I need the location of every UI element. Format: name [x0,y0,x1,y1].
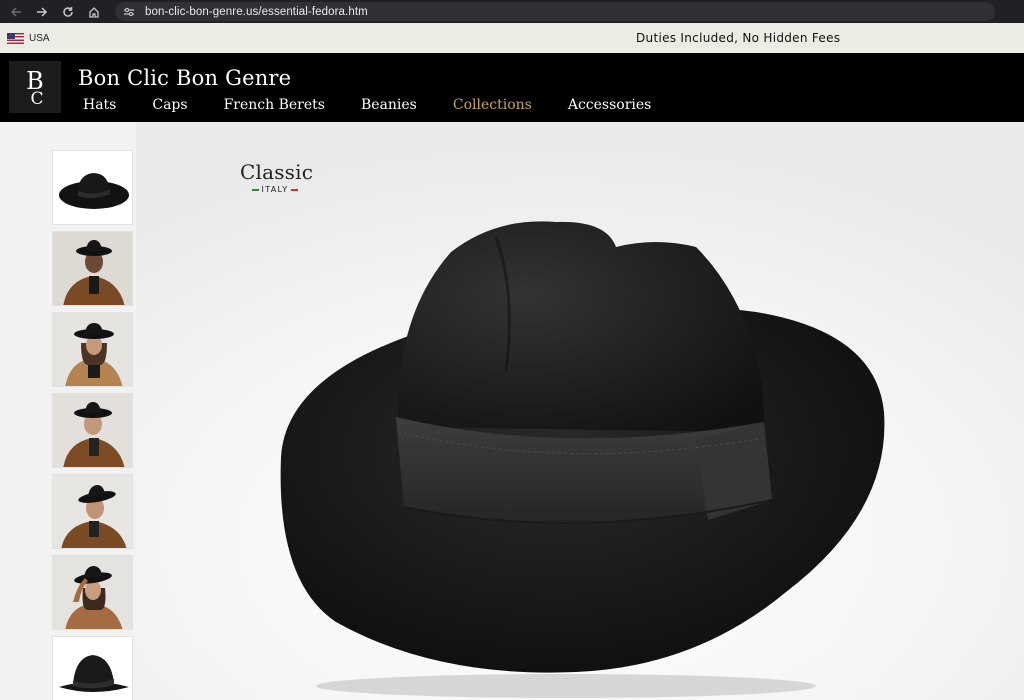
promo-message: Duties Included, No Hidden Fees [636,31,841,45]
home-button[interactable] [81,0,107,23]
nav-item-french-berets[interactable]: French Berets [224,97,325,113]
brand-monogram-icon: B C [26,67,44,107]
browser-toolbar: bon-clic-bon-genre.us/essential-fedora.h… [0,0,1024,23]
thumbnail-5[interactable] [52,474,133,549]
url-text: bon-clic-bon-genre.us/essential-fedora.h… [145,5,368,18]
nav-item-hats[interactable]: Hats [83,97,116,113]
svg-text:C: C [30,89,43,107]
reload-button[interactable] [55,0,81,23]
us-flag-icon [7,32,24,44]
thumbnail-strip [52,150,133,700]
logo[interactable]: B C [9,61,61,113]
fedora-hero-image [280,221,885,698]
thumbnail-7[interactable] [52,636,133,700]
locale-selector[interactable]: USA [7,32,50,44]
site-header: B C Bon Clic Bon Genre Hats Caps French … [0,53,1024,122]
thumbnail-4[interactable] [52,393,133,468]
thumbnail-3[interactable] [52,312,133,387]
home-icon [89,6,99,18]
product-image-stage[interactable]: Classic ITALY [136,122,1024,700]
thumbnail-1[interactable] [52,150,133,225]
locale-label: USA [29,32,50,44]
forward-button[interactable] [29,0,55,23]
main-nav: Hats Caps French Berets Beanies Collecti… [83,97,687,113]
thumbnail-6[interactable] [52,555,133,630]
brand-name[interactable]: Bon Clic Bon Genre [78,66,291,90]
arrow-left-icon [10,6,21,17]
product-gallery: Classic ITALY [0,122,1024,700]
nav-item-caps[interactable]: Caps [152,97,187,113]
nav-item-accessories[interactable]: Accessories [568,97,652,113]
back-button[interactable] [3,0,29,23]
tune-icon[interactable] [121,5,137,19]
nav-item-collections[interactable]: Collections [453,97,532,113]
address-bar[interactable]: bon-clic-bon-genre.us/essential-fedora.h… [115,2,995,21]
arrow-right-icon [37,6,48,17]
promo-bar: USA Duties Included, No Hidden Fees [0,23,1024,53]
nav-item-beanies[interactable]: Beanies [361,97,417,113]
reload-icon [63,6,73,17]
thumbnail-2[interactable] [52,231,133,306]
